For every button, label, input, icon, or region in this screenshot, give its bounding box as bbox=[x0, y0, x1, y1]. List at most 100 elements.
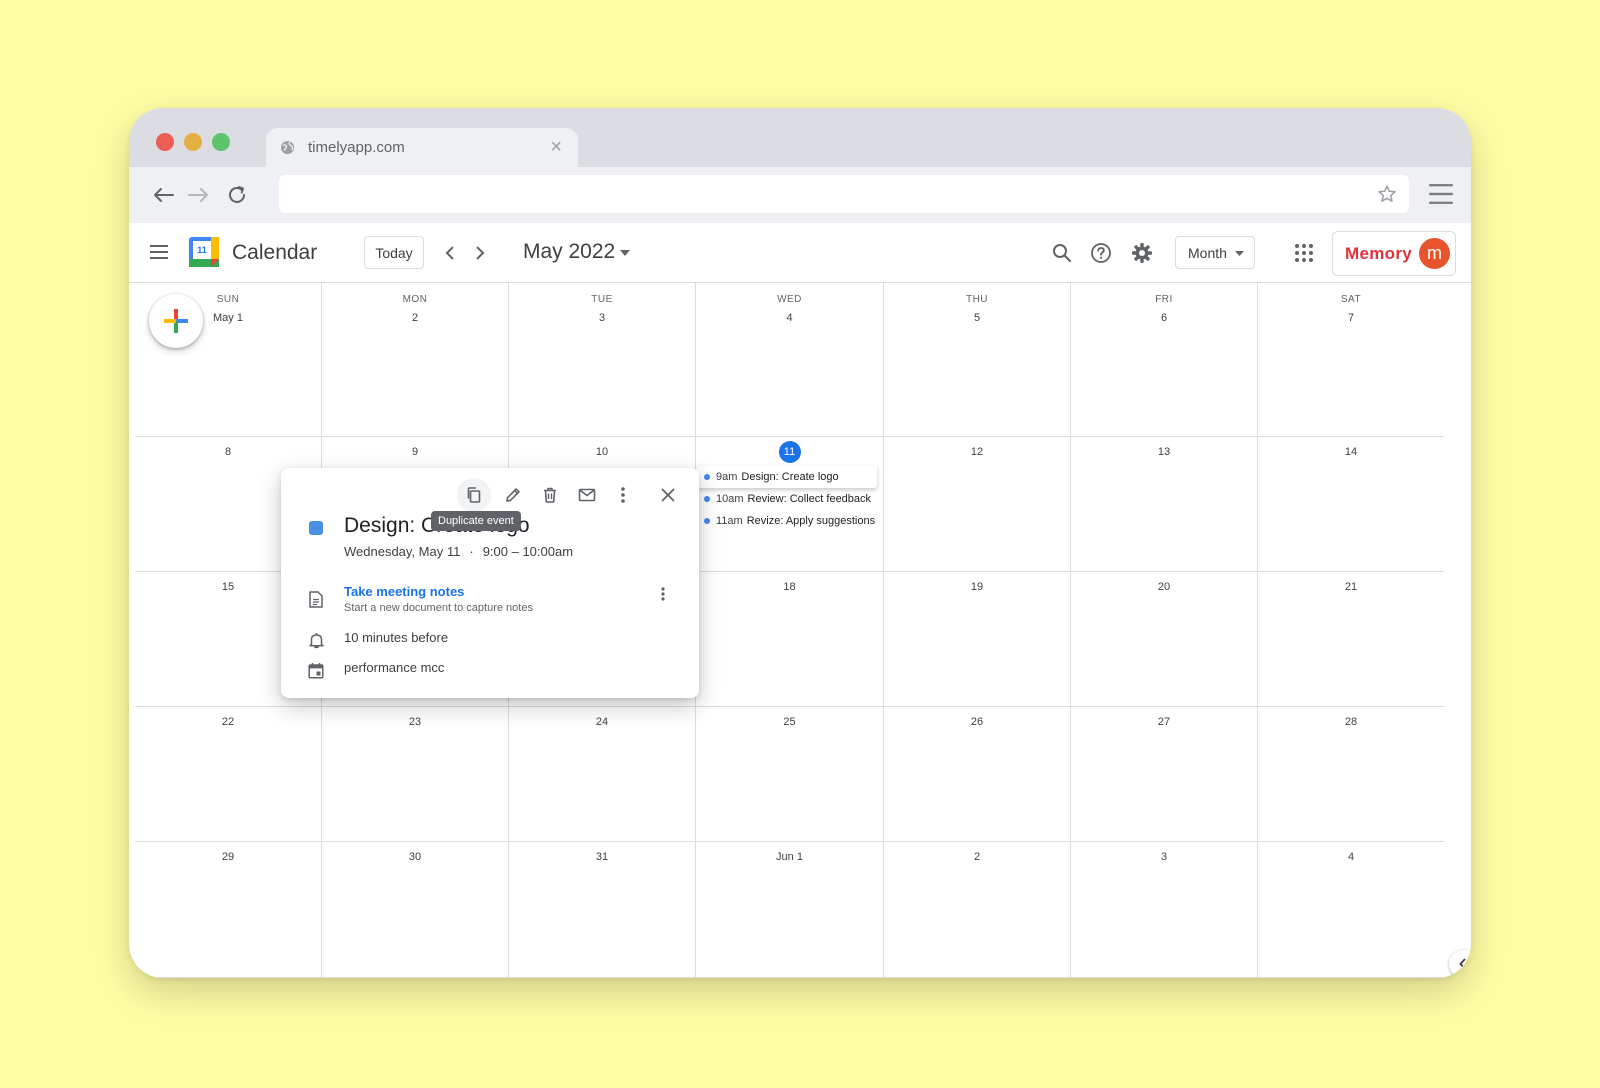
caret-down-icon[interactable] bbox=[620, 250, 630, 256]
day-number[interactable]: 20 bbox=[1071, 581, 1257, 593]
delete-event-button[interactable] bbox=[533, 478, 567, 512]
create-event-button[interactable] bbox=[149, 294, 203, 348]
avatar[interactable]: m bbox=[1419, 238, 1450, 269]
day-number[interactable]: 6 bbox=[1071, 312, 1257, 324]
day-cell[interactable]: 4 bbox=[1258, 842, 1444, 978]
day-number[interactable]: 2 bbox=[322, 312, 508, 324]
weekday-label: SAT bbox=[1340, 294, 1362, 305]
view-selector[interactable]: Month bbox=[1175, 236, 1255, 269]
search-button[interactable] bbox=[1050, 241, 1074, 265]
day-number[interactable]: 12 bbox=[884, 446, 1070, 458]
day-cell[interactable]: 19 bbox=[884, 572, 1071, 707]
day-number[interactable]: 10 bbox=[509, 446, 695, 458]
day-cell[interactable]: 22 bbox=[135, 707, 322, 842]
main-menu-icon[interactable] bbox=[149, 243, 169, 261]
day-number[interactable]: Jun 1 bbox=[696, 851, 883, 863]
day-cell[interactable]: 18 bbox=[696, 572, 884, 707]
close-window-button[interactable] bbox=[156, 133, 174, 151]
event-chip[interactable]: 10am Review: Collect feedback bbox=[696, 488, 883, 510]
browser-tab[interactable]: timelyapp.com × bbox=[266, 128, 578, 167]
edit-event-button[interactable] bbox=[496, 478, 530, 512]
minimize-window-button[interactable] bbox=[184, 133, 202, 151]
day-cell[interactable]: 12 bbox=[884, 437, 1071, 572]
day-number[interactable]: 31 bbox=[509, 851, 695, 863]
day-cell[interactable]: 2 bbox=[884, 842, 1071, 978]
address-bar[interactable] bbox=[279, 175, 1409, 213]
day-cell[interactable]: 11 9am Design: Create logo 10am Review: Coll… bbox=[696, 437, 884, 572]
next-month-button[interactable] bbox=[469, 242, 491, 264]
day-number[interactable]: 22 bbox=[135, 716, 321, 728]
day-cell[interactable]: 14 bbox=[1258, 437, 1444, 572]
help-button[interactable] bbox=[1089, 241, 1113, 265]
maximize-window-button[interactable] bbox=[212, 133, 230, 151]
day-number[interactable]: 2 bbox=[884, 851, 1070, 863]
app-title: Calendar bbox=[232, 241, 318, 264]
day-number[interactable]: 7 bbox=[1258, 312, 1444, 324]
event-chip[interactable]: 11am Revize: Apply suggestions bbox=[696, 510, 883, 532]
day-cell[interactable]: WED 4 bbox=[696, 283, 884, 437]
day-cell[interactable]: 26 bbox=[884, 707, 1071, 842]
settings-button[interactable] bbox=[1130, 241, 1154, 265]
day-cell[interactable]: THU 5 bbox=[884, 283, 1071, 437]
day-number[interactable]: 3 bbox=[1071, 851, 1257, 863]
today-button[interactable]: Today bbox=[364, 236, 424, 269]
day-number[interactable]: 30 bbox=[322, 851, 508, 863]
day-cell[interactable]: MON 2 bbox=[322, 283, 509, 437]
back-button[interactable] bbox=[149, 181, 177, 209]
email-guests-button[interactable] bbox=[570, 478, 604, 512]
day-number[interactable]: 9 bbox=[322, 446, 508, 458]
reload-button[interactable] bbox=[223, 181, 251, 209]
day-cell[interactable]: 20 bbox=[1071, 572, 1258, 707]
day-cell[interactable]: TUE 3 bbox=[509, 283, 696, 437]
bookmark-star-icon[interactable] bbox=[1377, 184, 1397, 204]
day-number[interactable]: 13 bbox=[1071, 446, 1257, 458]
account-switcher[interactable]: Memory m bbox=[1332, 231, 1456, 276]
more-vertical-icon bbox=[661, 587, 665, 601]
day-cell[interactable]: 30 bbox=[322, 842, 509, 978]
apps-grid-icon[interactable] bbox=[1294, 243, 1314, 263]
side-panel-toggle[interactable] bbox=[1449, 950, 1471, 978]
day-number[interactable]: 3 bbox=[509, 312, 695, 324]
day-cell[interactable]: 13 bbox=[1071, 437, 1258, 572]
tab-close-icon[interactable]: × bbox=[550, 137, 562, 157]
more-options-button[interactable] bbox=[606, 478, 640, 512]
day-cell[interactable]: FRI 6 bbox=[1071, 283, 1258, 437]
day-cell[interactable]: 29 bbox=[135, 842, 322, 978]
day-cell[interactable]: SAT 7 bbox=[1258, 283, 1444, 437]
day-number[interactable]: 5 bbox=[884, 312, 1070, 324]
day-number[interactable]: 23 bbox=[322, 716, 508, 728]
day-number[interactable]: 14 bbox=[1258, 446, 1444, 458]
day-number[interactable]: 4 bbox=[696, 312, 883, 324]
day-cell[interactable]: 28 bbox=[1258, 707, 1444, 842]
day-number[interactable]: 25 bbox=[696, 716, 883, 728]
day-cell[interactable]: 23 bbox=[322, 707, 509, 842]
duplicate-event-button[interactable] bbox=[457, 478, 491, 512]
month-title[interactable]: May 2022 bbox=[523, 240, 615, 264]
day-cell[interactable]: 31 bbox=[509, 842, 696, 978]
event-chip[interactable]: 9am Design: Create logo bbox=[696, 466, 877, 488]
day-number[interactable]: 19 bbox=[884, 581, 1070, 593]
day-number[interactable]: 29 bbox=[135, 851, 321, 863]
close-popup-button[interactable] bbox=[651, 478, 685, 512]
day-number[interactable]: 8 bbox=[135, 446, 321, 458]
day-cell[interactable]: 24 bbox=[509, 707, 696, 842]
day-cell[interactable]: 3 bbox=[1071, 842, 1258, 978]
notes-more-button[interactable] bbox=[651, 582, 675, 606]
previous-month-button[interactable] bbox=[439, 242, 461, 264]
day-cell[interactable]: 27 bbox=[1071, 707, 1258, 842]
forward-button[interactable] bbox=[185, 181, 213, 209]
day-number[interactable]: 28 bbox=[1258, 716, 1444, 728]
take-meeting-notes-link[interactable]: Take meeting notes bbox=[344, 584, 464, 599]
browser-menu-icon[interactable] bbox=[1429, 183, 1453, 205]
day-number[interactable]: 27 bbox=[1071, 716, 1257, 728]
day-cell[interactable]: 25 bbox=[696, 707, 884, 842]
day-number[interactable]: 21 bbox=[1258, 581, 1444, 593]
today-date[interactable]: 11 bbox=[778, 441, 801, 463]
day-cell[interactable]: Jun 1 bbox=[696, 842, 884, 978]
day-cell[interactable]: 21 bbox=[1258, 572, 1444, 707]
day-number[interactable]: 24 bbox=[509, 716, 695, 728]
day-number[interactable]: 4 bbox=[1258, 851, 1444, 863]
day-number[interactable]: 26 bbox=[884, 716, 1070, 728]
weekday-label: MON bbox=[402, 294, 428, 305]
day-number[interactable]: 18 bbox=[696, 581, 883, 593]
